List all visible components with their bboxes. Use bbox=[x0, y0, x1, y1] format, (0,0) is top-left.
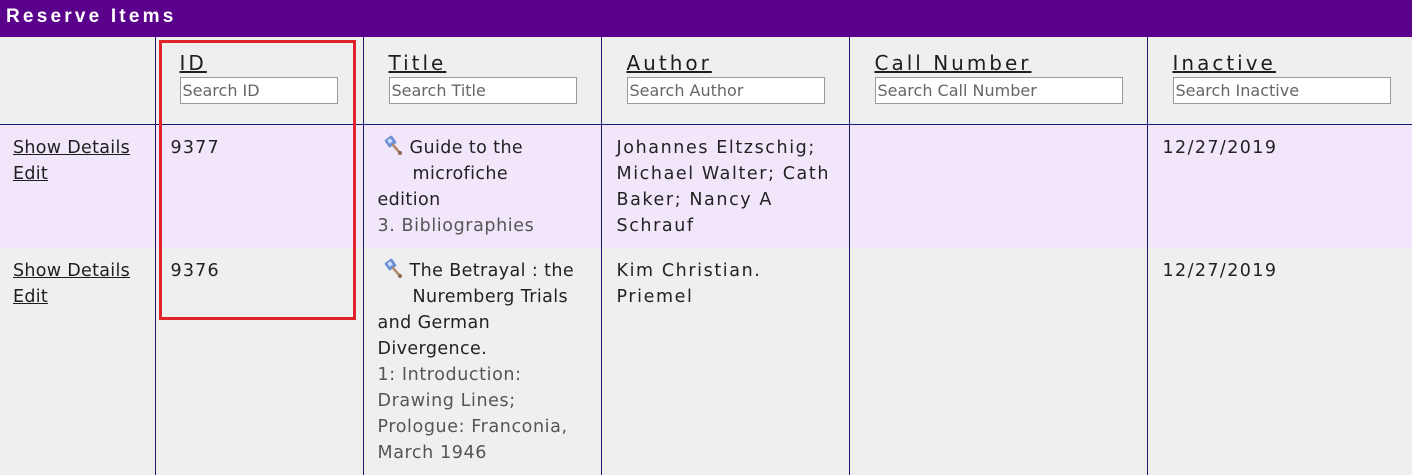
sort-author-link[interactable]: Author bbox=[627, 51, 712, 75]
call-number-text bbox=[850, 125, 1147, 135]
title-cell: The Betrayal : the Nuremberg Trials and … bbox=[362, 248, 601, 475]
title-line: microfiche bbox=[412, 163, 509, 184]
header-inactive: Inactive bbox=[1146, 37, 1412, 125]
header-title: Title bbox=[362, 37, 601, 125]
author-text: Kim Christian. Priemel bbox=[616, 261, 762, 307]
sort-id-link[interactable]: ID bbox=[180, 51, 207, 75]
author-text: Johannes Eltzschig; Michael Walter; Cath… bbox=[616, 137, 831, 236]
row-actions: Show Details Edit bbox=[0, 124, 155, 248]
title-line: edition bbox=[377, 189, 441, 210]
author-cell: Johannes Eltzschig; Michael Walter; Cath… bbox=[600, 124, 849, 248]
inactive-date: 12/27/2019 bbox=[1162, 137, 1278, 158]
header-id: ID bbox=[154, 37, 363, 125]
inactive-cell: 12/27/2019 bbox=[1146, 248, 1412, 475]
search-call-number-input[interactable] bbox=[874, 77, 1123, 104]
title-cell: Guide to the microfiche edition 3. Bibli… bbox=[362, 124, 601, 248]
title-line: The Betrayal : the bbox=[409, 261, 575, 281]
row-actions: Show Details Edit bbox=[0, 248, 155, 475]
show-details-link[interactable]: Show Details bbox=[13, 135, 143, 161]
reserve-items-table: ID Title Author Call Number bbox=[0, 37, 1412, 475]
item-id: 9377 bbox=[170, 137, 220, 158]
page-title: Reserve Items bbox=[6, 6, 177, 27]
title-subtitle: 1: Introduction: Drawing Lines; Prologue… bbox=[377, 365, 568, 463]
search-inactive-input[interactable] bbox=[1172, 77, 1391, 104]
call-number-cell bbox=[848, 248, 1147, 475]
reserve-item-icon bbox=[384, 258, 402, 278]
header-call-number: Call Number bbox=[848, 37, 1147, 125]
inactive-cell: 12/27/2019 bbox=[1146, 124, 1412, 248]
search-title-input[interactable] bbox=[388, 77, 577, 104]
search-id-input[interactable] bbox=[179, 77, 338, 104]
header-author: Author bbox=[600, 37, 849, 125]
title-bar: Reserve Items bbox=[0, 0, 1412, 37]
edit-link[interactable]: Edit bbox=[13, 284, 143, 310]
title-line: Nuremberg Trials bbox=[412, 287, 569, 307]
title-line: and German Divergence. bbox=[377, 313, 491, 359]
sort-call-number-link[interactable]: Call Number bbox=[875, 51, 1032, 75]
call-number-text bbox=[850, 248, 1147, 258]
id-cell: 9377 bbox=[154, 124, 363, 248]
reserve-item-icon bbox=[384, 135, 402, 155]
sort-title-link[interactable]: Title bbox=[389, 51, 447, 75]
header-actions bbox=[0, 37, 155, 125]
title-line: Guide to the bbox=[409, 137, 524, 158]
title-subtitle: 3. Bibliographies bbox=[377, 215, 535, 236]
table-row: Show Details Edit 9377 Guide to the micr… bbox=[0, 124, 1412, 248]
item-id: 9376 bbox=[170, 261, 220, 281]
search-author-input[interactable] bbox=[626, 77, 825, 104]
call-number-cell bbox=[848, 124, 1147, 248]
table-row: Show Details Edit 9376 The Betrayal : th… bbox=[0, 248, 1412, 475]
id-cell: 9376 bbox=[154, 248, 363, 475]
author-cell: Kim Christian. Priemel bbox=[600, 248, 849, 475]
edit-link[interactable]: Edit bbox=[13, 161, 143, 187]
inactive-date: 12/27/2019 bbox=[1162, 261, 1278, 281]
header-row: ID Title Author Call Number bbox=[0, 37, 1412, 125]
show-details-link[interactable]: Show Details bbox=[13, 258, 143, 284]
sort-inactive-link[interactable]: Inactive bbox=[1173, 51, 1276, 75]
